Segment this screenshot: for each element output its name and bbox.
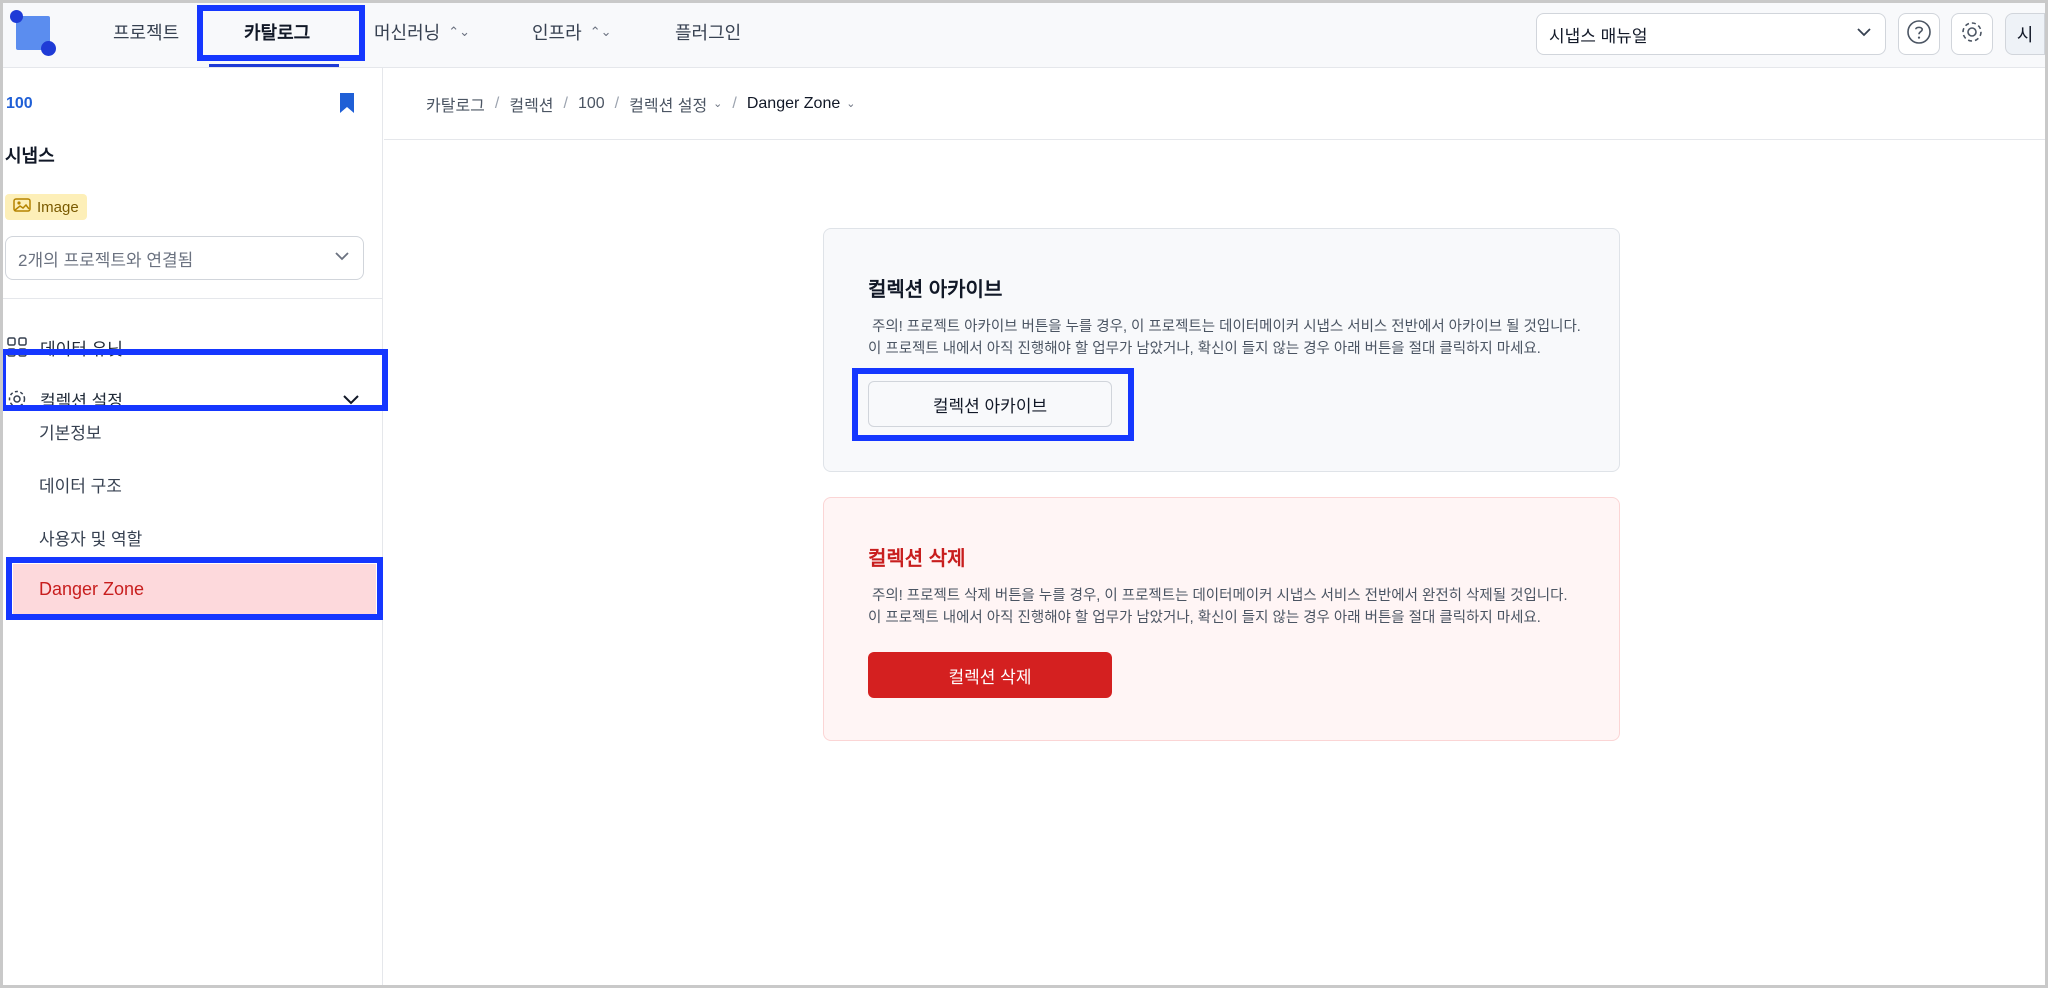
nav-projects-label: 프로젝트: [113, 23, 180, 43]
sidebar-item-label: 데이터 유닛: [40, 339, 123, 359]
delete-desc-line: 이 프로젝트 내에서 아직 진행해야 할 업무가 남았거나, 확신이 들지 않는…: [868, 610, 1541, 626]
archive-desc-line: 주의! 프로젝트 아카이브 버튼을 누를 경우, 이 프로젝트는 데이터메이커 …: [868, 319, 1581, 335]
nav-machine-learning-label: 머신러닝: [374, 23, 441, 43]
breadcrumb: 카탈로그 / 컬렉션 / 100 / 컬렉션 설정 ⌄ / Danger Zon…: [384, 68, 2048, 140]
sidebar-subitem-users-roles[interactable]: 사용자 및 역할: [39, 525, 142, 550]
archive-description: 주의! 프로젝트 아카이브 버튼을 누를 경우, 이 프로젝트는 데이터메이커 …: [868, 316, 1581, 360]
delete-button[interactable]: 컬렉션 삭제: [868, 652, 1112, 698]
breadcrumb-current: Danger Zone: [746, 94, 841, 112]
project-link-select[interactable]: 2개의 프로젝트와 연결됨: [5, 236, 364, 280]
archive-title: 컬렉션 아카이브: [868, 279, 1003, 301]
sidebar-subitem-label: 데이터 구조: [39, 477, 122, 496]
help-icon: [1906, 19, 1932, 50]
collection-name: 시냅스: [5, 146, 55, 166]
manual-select-value: 시냅스 매뉴얼: [1549, 26, 1648, 46]
nav-machine-learning[interactable]: 머신러닝 ⌃⌄: [374, 0, 470, 64]
sidebar-item-data-units[interactable]: 데이터 유닛: [0, 324, 383, 370]
nav-catalog[interactable]: 카탈로그: [244, 0, 310, 64]
manual-select[interactable]: 시냅스 매뉴얼: [1536, 13, 1886, 55]
help-button[interactable]: [1898, 13, 1940, 55]
type-badge-label: Image: [37, 198, 79, 216]
avatar[interactable]: 시: [2005, 13, 2045, 55]
image-icon: [13, 198, 31, 216]
sidebar-subitem-label: 기본정보: [39, 424, 102, 443]
nav-infra-label: 인프라: [532, 23, 582, 43]
nav-projects[interactable]: 프로젝트: [113, 0, 179, 64]
nav-plugins-label: 플러그인: [675, 23, 742, 43]
collection-id: 100: [6, 95, 33, 112]
updown-chevron-icon: ⌃⌄: [448, 24, 471, 39]
sidebar-subitem-label: 사용자 및 역할: [39, 530, 143, 549]
chevron-down-icon: [1855, 23, 1873, 46]
delete-description: 주의! 프로젝트 삭제 버튼을 누를 경우, 이 프로젝트는 데이터메이커 시냅…: [868, 585, 1575, 629]
archive-desc-line: 이 프로젝트 내에서 아직 진행해야 할 업무가 남았거나, 확신이 들지 않는…: [868, 341, 1541, 357]
delete-title: 컬렉션 삭제: [868, 548, 966, 570]
breadcrumb-item[interactable]: 컬렉션: [509, 92, 553, 116]
logo-icon[interactable]: [10, 10, 56, 56]
breadcrumb-separator: /: [732, 94, 737, 112]
chevron-down-icon[interactable]: ⌄: [713, 97, 722, 110]
top-nav: 프로젝트 카탈로그 머신러닝 ⌃⌄ 인프라 ⌃⌄ 플러그인 시냅스 매뉴얼 시: [0, 0, 2048, 68]
grid-icon: [6, 336, 28, 358]
sidebar: 100 시냅스 Image 2개의 프로젝트와 연결됨 데이터 유닛 컬렉션 설…: [0, 68, 383, 988]
breadcrumb-item[interactable]: 카탈로그: [426, 92, 485, 116]
updown-chevron-icon: ⌃⌄: [589, 24, 612, 39]
gear-icon: [1959, 19, 1985, 50]
settings-button[interactable]: [1951, 13, 1993, 55]
nav-catalog-label: 카탈로그: [244, 23, 311, 43]
sidebar-divider: [0, 298, 383, 299]
type-badge: Image: [5, 194, 87, 220]
nav-active-underline: [209, 64, 339, 67]
breadcrumb-item[interactable]: 컬렉션 설정: [629, 92, 707, 116]
nav-infra[interactable]: 인프라 ⌃⌄: [532, 0, 611, 64]
gear-icon: [6, 388, 28, 410]
nav-plugins[interactable]: 플러그인: [675, 0, 741, 64]
breadcrumb-separator: /: [563, 94, 568, 112]
bookmark-icon[interactable]: [338, 92, 356, 114]
delete-desc-line: 주의! 프로젝트 삭제 버튼을 누를 경우, 이 프로젝트는 데이터메이커 시냅…: [868, 588, 1568, 604]
sidebar-subitem-label: Danger Zone: [39, 578, 145, 599]
archive-button[interactable]: 컬렉션 아카이브: [868, 381, 1112, 427]
chevron-down-icon: [333, 247, 351, 270]
chevron-down-icon[interactable]: ⌄: [846, 97, 855, 110]
project-link-select-value: 2개의 프로젝트와 연결됨: [18, 250, 194, 270]
breadcrumb-separator: /: [494, 94, 500, 112]
sidebar-subitem-basic-info[interactable]: 기본정보: [39, 419, 102, 444]
sidebar-subitem-data-structure[interactable]: 데이터 구조: [39, 472, 122, 497]
archive-card: 컬렉션 아카이브 주의! 프로젝트 아카이브 버튼을 누를 경우, 이 프로젝트…: [823, 228, 1620, 472]
sidebar-subitem-danger-zone[interactable]: Danger Zone: [13, 564, 376, 614]
avatar-initial: 시: [2016, 25, 2034, 45]
delete-card: 컬렉션 삭제 주의! 프로젝트 삭제 버튼을 누를 경우, 이 프로젝트는 데이…: [823, 497, 1620, 741]
chevron-down-icon: [341, 389, 361, 409]
sidebar-item-label: 컬렉션 설정: [40, 391, 123, 411]
breadcrumb-item[interactable]: 100: [578, 95, 605, 113]
sidebar-item-collection-settings[interactable]: 컬렉션 설정: [0, 376, 383, 422]
breadcrumb-separator: /: [614, 94, 620, 112]
